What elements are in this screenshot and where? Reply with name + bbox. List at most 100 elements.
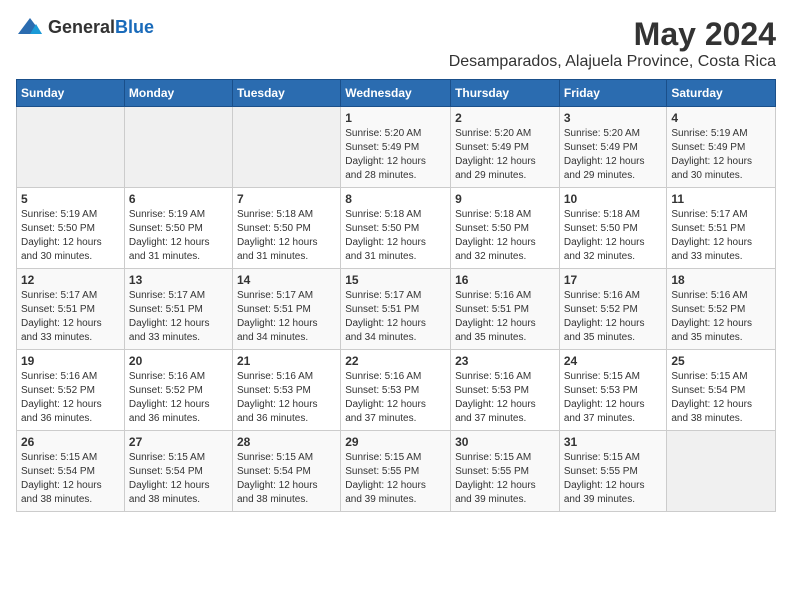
day-number: 17: [564, 273, 663, 287]
calendar-cell: 15Sunrise: 5:17 AM Sunset: 5:51 PM Dayli…: [341, 269, 451, 350]
calendar-cell: 12 Sunrise: 5:17 AM Sunset: 5:51 PM Dayli…: [17, 269, 125, 350]
day-info: Sunrise: 5:16 AM Sunset: 5:52 PM Dayligh…: [21, 370, 120, 426]
day-number: 31: [564, 435, 663, 449]
day-of-week-sunday: Sunday: [17, 80, 125, 107]
day-info: Sunrise: 5:19 AM Sunset: 5:50 PM Dayligh…: [129, 208, 228, 264]
day-number: 15: [345, 273, 446, 287]
day-info: Sunrise: 5:15 AM Sunset: 5:54 PM Dayligh…: [671, 370, 771, 426]
calendar-week-5: 26 Sunrise: 5:15 AM Sunset: 5:54 PM Dayli…: [17, 431, 776, 512]
day-of-week-monday: Monday: [124, 80, 232, 107]
calendar-cell: 9Sunrise: 5:18 AM Sunset: 5:50 PM Daylig…: [451, 188, 560, 269]
calendar-cell: 24Sunrise: 5:15 AM Sunset: 5:53 PM Dayli…: [559, 350, 667, 431]
day-info: Sunrise: 5:15 AM Sunset: 5:55 PM Dayligh…: [564, 451, 663, 507]
day-of-week-wednesday: Wednesday: [341, 80, 451, 107]
day-info: Sunrise: 5:15 AM Sunset: 5:55 PM Dayligh…: [345, 451, 446, 507]
day-number: 3: [564, 111, 663, 125]
day-info: Sunrise: 5:20 AM Sunset: 5:49 PM Dayligh…: [455, 127, 555, 183]
calendar-week-3: 12 Sunrise: 5:17 AM Sunset: 5:51 PM Dayli…: [17, 269, 776, 350]
day-info: Sunrise: 5:19 AM Sunset: 5:50 PM Dayligh…: [21, 208, 120, 264]
day-info: Sunrise: 5:16 AM Sunset: 5:52 PM Dayligh…: [564, 289, 663, 345]
subtitle: Desamparados, Alajuela Province, Costa R…: [449, 53, 776, 71]
day-of-week-saturday: Saturday: [667, 80, 776, 107]
calendar-cell: 6Sunrise: 5:19 AM Sunset: 5:50 PM Daylig…: [124, 188, 232, 269]
calendar-cell: 11 Sunrise: 5:17 AM Sunset: 5:51 PM Dayli…: [667, 188, 776, 269]
day-of-week-tuesday: Tuesday: [232, 80, 340, 107]
logo-text-general: General: [48, 17, 115, 37]
calendar-cell: 16Sunrise: 5:16 AM Sunset: 5:51 PM Dayli…: [451, 269, 560, 350]
calendar-cell: 1Sunrise: 5:20 AM Sunset: 5:49 PM Daylig…: [341, 107, 451, 188]
day-info: Sunrise: 5:15 AM Sunset: 5:54 PM Dayligh…: [129, 451, 228, 507]
day-number: 14: [237, 273, 336, 287]
day-info: Sunrise: 5:15 AM Sunset: 5:54 PM Dayligh…: [21, 451, 120, 507]
calendar-cell: 25 Sunrise: 5:15 AM Sunset: 5:54 PM Dayli…: [667, 350, 776, 431]
day-number: 11: [671, 192, 771, 206]
days-of-week-row: SundayMondayTuesdayWednesdayThursdayFrid…: [17, 80, 776, 107]
main-title: May 2024: [449, 16, 776, 53]
day-info: Sunrise: 5:17 AM Sunset: 5:51 PM Dayligh…: [671, 208, 771, 264]
day-info: Sunrise: 5:17 AM Sunset: 5:51 PM Dayligh…: [21, 289, 120, 345]
calendar-cell: 21 Sunrise: 5:16 AM Sunset: 5:53 PM Dayli…: [232, 350, 340, 431]
calendar-cell: 8 Sunrise: 5:18 AM Sunset: 5:50 PM Daylig…: [341, 188, 451, 269]
day-number: 20: [129, 354, 228, 368]
calendar-cell: 28Sunrise: 5:15 AM Sunset: 5:54 PM Dayli…: [232, 431, 340, 512]
day-number: 19: [21, 354, 120, 368]
day-number: 16: [455, 273, 555, 287]
day-info: Sunrise: 5:17 AM Sunset: 5:51 PM Dayligh…: [129, 289, 228, 345]
calendar-cell: 22 Sunrise: 5:16 AM Sunset: 5:53 PM Dayli…: [341, 350, 451, 431]
calendar-cell: [124, 107, 232, 188]
day-info: Sunrise: 5:18 AM Sunset: 5:50 PM Dayligh…: [237, 208, 336, 264]
day-number: 24: [564, 354, 663, 368]
calendar-cell: 5 Sunrise: 5:19 AM Sunset: 5:50 PM Daylig…: [17, 188, 125, 269]
day-info: Sunrise: 5:18 AM Sunset: 5:50 PM Dayligh…: [345, 208, 446, 264]
day-number: 5: [21, 192, 120, 206]
day-number: 21: [237, 354, 336, 368]
calendar-header: SundayMondayTuesdayWednesdayThursdayFrid…: [17, 80, 776, 107]
calendar-cell: 30 Sunrise: 5:15 AM Sunset: 5:55 PM Dayli…: [451, 431, 560, 512]
calendar-cell: 10 Sunrise: 5:18 AM Sunset: 5:50 PM Dayli…: [559, 188, 667, 269]
title-area: May 2024 Desamparados, Alajuela Province…: [449, 16, 776, 71]
day-number: 26: [21, 435, 120, 449]
day-number: 22: [345, 354, 446, 368]
calendar-body: 1Sunrise: 5:20 AM Sunset: 5:49 PM Daylig…: [17, 107, 776, 512]
day-number: 28: [237, 435, 336, 449]
day-info: Sunrise: 5:16 AM Sunset: 5:53 PM Dayligh…: [345, 370, 446, 426]
calendar-table: SundayMondayTuesdayWednesdayThursdayFrid…: [16, 79, 776, 512]
logo: GeneralBlue: [16, 16, 154, 38]
day-number: 8: [345, 192, 446, 206]
day-number: 25: [671, 354, 771, 368]
day-info: Sunrise: 5:16 AM Sunset: 5:52 PM Dayligh…: [129, 370, 228, 426]
calendar-cell: 13 Sunrise: 5:17 AM Sunset: 5:51 PM Dayli…: [124, 269, 232, 350]
calendar-cell: 27Sunrise: 5:15 AM Sunset: 5:54 PM Dayli…: [124, 431, 232, 512]
day-info: Sunrise: 5:15 AM Sunset: 5:55 PM Dayligh…: [455, 451, 555, 507]
calendar-cell: [667, 431, 776, 512]
logo-text-blue: Blue: [115, 17, 154, 37]
day-number: 9: [455, 192, 555, 206]
day-number: 29: [345, 435, 446, 449]
day-info: Sunrise: 5:17 AM Sunset: 5:51 PM Dayligh…: [237, 289, 336, 345]
day-info: Sunrise: 5:16 AM Sunset: 5:53 PM Dayligh…: [455, 370, 555, 426]
day-number: 23: [455, 354, 555, 368]
calendar-cell: 14 Sunrise: 5:17 AM Sunset: 5:51 PM Dayli…: [232, 269, 340, 350]
day-number: 13: [129, 273, 228, 287]
day-of-week-friday: Friday: [559, 80, 667, 107]
day-number: 12: [21, 273, 120, 287]
day-info: Sunrise: 5:19 AM Sunset: 5:49 PM Dayligh…: [671, 127, 771, 183]
page-header: GeneralBlue May 2024 Desamparados, Alaju…: [16, 16, 776, 71]
calendar-week-1: 1Sunrise: 5:20 AM Sunset: 5:49 PM Daylig…: [17, 107, 776, 188]
calendar-cell: 20 Sunrise: 5:16 AM Sunset: 5:52 PM Dayli…: [124, 350, 232, 431]
calendar-cell: 3Sunrise: 5:20 AM Sunset: 5:49 PM Daylig…: [559, 107, 667, 188]
day-number: 10: [564, 192, 663, 206]
day-number: 2: [455, 111, 555, 125]
day-info: Sunrise: 5:16 AM Sunset: 5:52 PM Dayligh…: [671, 289, 771, 345]
calendar-cell: 26 Sunrise: 5:15 AM Sunset: 5:54 PM Dayli…: [17, 431, 125, 512]
calendar-week-4: 19 Sunrise: 5:16 AM Sunset: 5:52 PM Dayli…: [17, 350, 776, 431]
calendar-cell: 29 Sunrise: 5:15 AM Sunset: 5:55 PM Dayli…: [341, 431, 451, 512]
day-info: Sunrise: 5:18 AM Sunset: 5:50 PM Dayligh…: [564, 208, 663, 264]
day-of-week-thursday: Thursday: [451, 80, 560, 107]
calendar-cell: 17 Sunrise: 5:16 AM Sunset: 5:52 PM Dayli…: [559, 269, 667, 350]
calendar-cell: 31 Sunrise: 5:15 AM Sunset: 5:55 PM Dayli…: [559, 431, 667, 512]
day-info: Sunrise: 5:16 AM Sunset: 5:53 PM Dayligh…: [237, 370, 336, 426]
day-number: 30: [455, 435, 555, 449]
calendar-week-2: 5 Sunrise: 5:19 AM Sunset: 5:50 PM Daylig…: [17, 188, 776, 269]
calendar-cell: 4Sunrise: 5:19 AM Sunset: 5:49 PM Daylig…: [667, 107, 776, 188]
